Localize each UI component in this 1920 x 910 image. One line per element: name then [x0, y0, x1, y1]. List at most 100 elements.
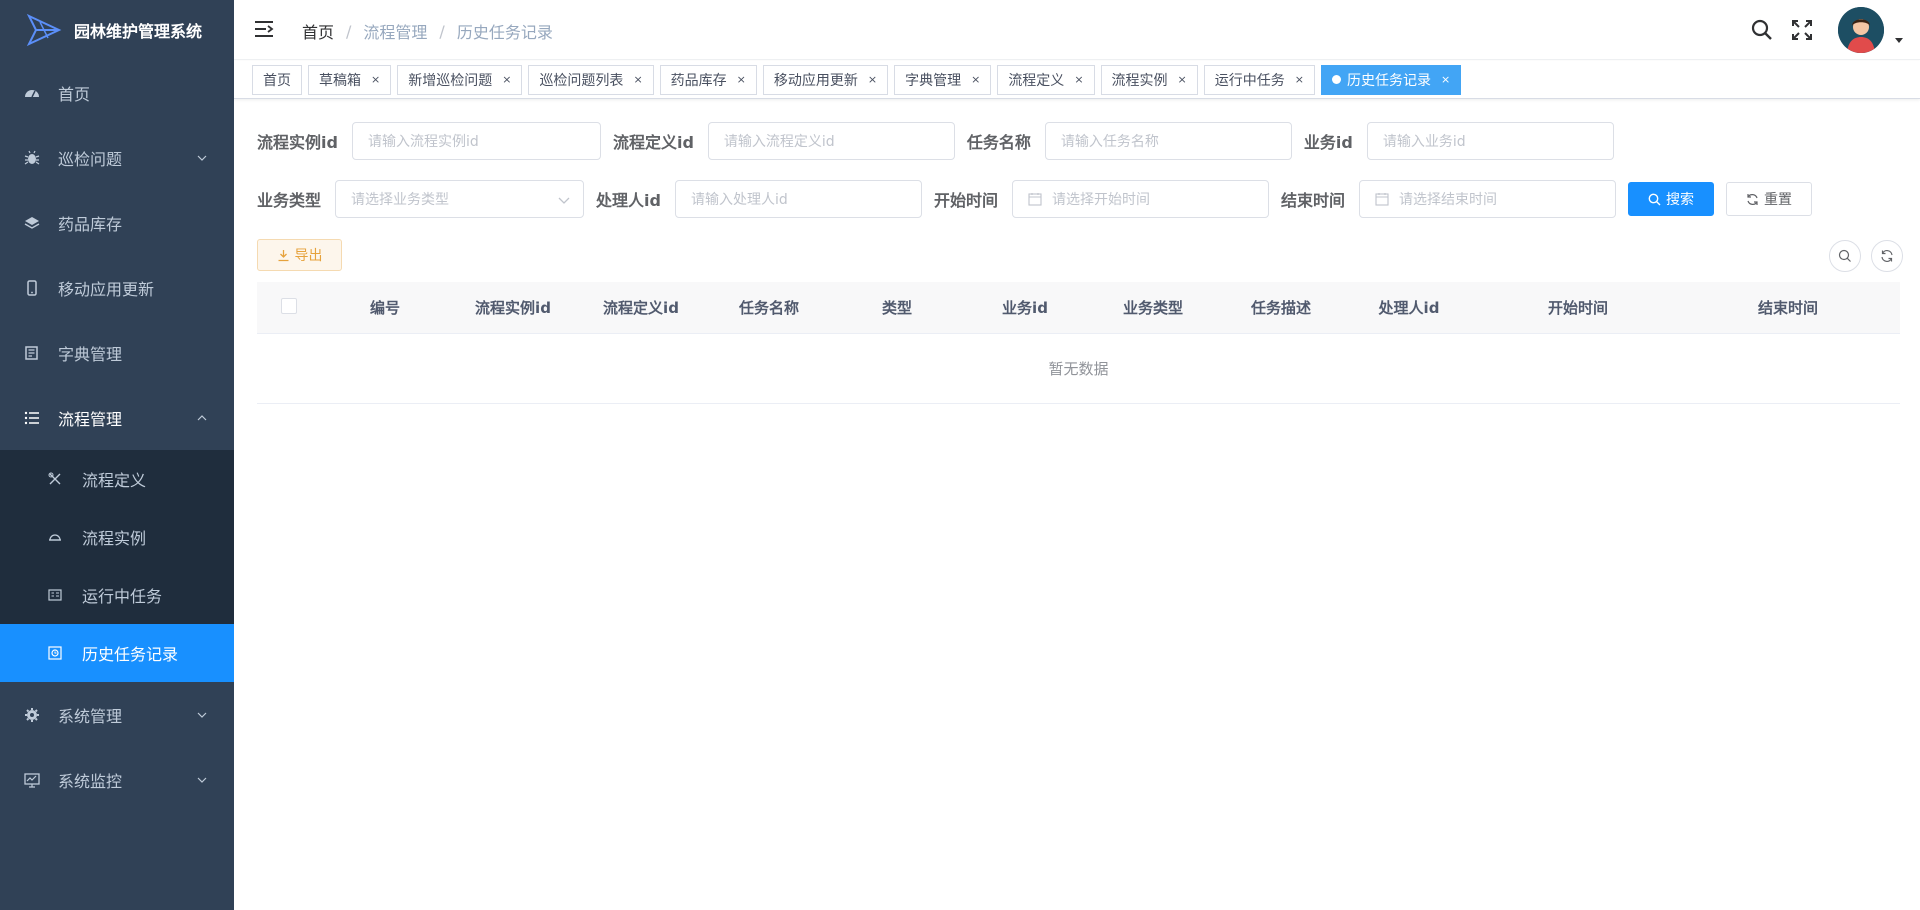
close-icon[interactable]: × [737, 73, 746, 86]
placeholder: 请选择结束时间 [1399, 192, 1497, 208]
sidebar-item-label: 运行中任务 [82, 587, 163, 606]
biz-type-label: 业务类型 [257, 191, 322, 210]
col-type[interactable]: 类型 [833, 297, 961, 318]
sidebar-item-mobile-update[interactable]: 移动应用更新 [0, 255, 234, 320]
fullscreen-icon[interactable] [1790, 18, 1814, 42]
sidebar-item-home[interactable]: 首页 [0, 60, 234, 125]
close-icon[interactable]: × [1295, 73, 1304, 86]
close-icon[interactable]: × [1074, 73, 1083, 86]
col-proc-def-id[interactable]: 流程定义id [577, 297, 705, 318]
refresh-table-button[interactable] [1871, 240, 1903, 272]
tag-process-definition[interactable]: 流程定义 × [997, 64, 1095, 95]
placeholder: 请选择业务类型 [351, 192, 450, 208]
tag-label: 字典管理 [905, 72, 962, 89]
sidebar-item-label: 系统管理 [58, 706, 123, 726]
placeholder: 请输入业务id [1382, 134, 1466, 150]
col-start-time[interactable]: 开始时间 [1473, 297, 1683, 318]
caret-down-icon[interactable] [1894, 35, 1904, 45]
tag-dictionary[interactable]: 字典管理 × [894, 64, 992, 95]
close-icon[interactable]: × [868, 73, 877, 86]
app-title: 园林维护管理系统 [74, 22, 203, 41]
tag-label: 移动应用更新 [773, 72, 858, 89]
sidebar-item-medicine[interactable]: 药品库存 [0, 190, 234, 255]
end-time-picker[interactable]: 请选择结束时间 [1359, 180, 1616, 218]
sidebar-item-system[interactable]: 系统管理 [0, 682, 234, 747]
tag-history-tasks[interactable]: 历史任务记录 × [1320, 64, 1462, 95]
layers-icon [24, 215, 40, 231]
biz-type-select[interactable]: 请选择业务类型 [335, 180, 585, 218]
task-name-input[interactable]: 请输入任务名称 [1044, 122, 1292, 160]
col-end-time[interactable]: 结束时间 [1683, 297, 1893, 318]
select-all-checkbox[interactable] [281, 297, 297, 314]
tag-label: 药品库存 [670, 72, 727, 89]
col-task-name[interactable]: 任务名称 [705, 297, 833, 318]
sidebar-item-running-tasks[interactable]: 运行中任务 [0, 566, 234, 624]
breadcrumb-separator: / [439, 21, 445, 41]
sidebar-item-process-definition[interactable]: 流程定义 [0, 450, 234, 508]
proc-inst-label: 流程实例id [257, 133, 338, 152]
sidebar-item-process[interactable]: 流程管理 [0, 385, 234, 450]
end-time-label: 结束时间 [1280, 191, 1345, 210]
app-logo[interactable]: 园林维护管理系统 [0, 0, 234, 60]
close-icon[interactable]: × [633, 73, 642, 86]
sidebar-item-label: 流程管理 [58, 409, 123, 429]
tag-label: 运行中任务 [1214, 72, 1285, 89]
sidebar-item-process-instance[interactable]: 流程实例 [0, 508, 234, 566]
start-time-picker[interactable]: 请选择开始时间 [1011, 180, 1269, 218]
search-button[interactable]: 搜索 [1628, 182, 1714, 216]
process-submenu: 流程定义 流程实例 运行中任务 历史任务记录 [0, 450, 234, 682]
close-icon[interactable]: × [971, 73, 980, 86]
close-icon[interactable]: × [1441, 73, 1450, 86]
sidebar-item-label: 系统监控 [58, 771, 123, 791]
col-proc-inst-id[interactable]: 流程实例id [449, 297, 577, 318]
refresh-icon [1747, 193, 1758, 205]
col-biz-type[interactable]: 业务类型 [1089, 297, 1217, 318]
close-icon[interactable]: × [502, 73, 511, 86]
col-task-desc[interactable]: 任务描述 [1217, 297, 1345, 318]
proc-def-input[interactable]: 请输入流程定义id [707, 122, 955, 160]
tags-view: 首页 草稿箱 × 新增巡检问题 × 巡检问题列表 × 药品库存 × 移动应用更新 × 字典… [234, 61, 1920, 99]
sidebar-item-label: 流程实例 [82, 529, 147, 548]
tag-mobile-update[interactable]: 移动应用更新 × [762, 64, 889, 95]
tag-process-instance[interactable]: 流程实例 × [1100, 64, 1198, 95]
search-icon[interactable] [1750, 18, 1774, 42]
sidebar-item-inspection[interactable]: 巡检问题 [0, 125, 234, 190]
instance-icon [48, 530, 62, 544]
export-button[interactable]: 导出 [257, 239, 342, 271]
col-biz-id[interactable]: 业务id [961, 297, 1089, 318]
tag-medicine[interactable]: 药品库存 × [659, 64, 757, 95]
hamburger-icon[interactable] [254, 20, 274, 38]
close-icon[interactable]: × [371, 73, 380, 86]
calendar-icon [1375, 193, 1389, 206]
sidebar-item-label: 移动应用更新 [58, 279, 155, 299]
tag-running-tasks[interactable]: 运行中任务 × [1203, 64, 1315, 95]
chevron-down-icon [197, 777, 207, 783]
tag-drafts[interactable]: 草稿箱 × [308, 64, 392, 95]
sidebar-item-dictionary[interactable]: 字典管理 [0, 320, 234, 385]
close-icon[interactable]: × [1178, 73, 1187, 86]
biz-id-input[interactable]: 请输入业务id [1366, 122, 1614, 160]
tag-label: 新增巡检问题 [408, 72, 493, 89]
handler-input[interactable]: 请输入处理人id [674, 180, 922, 218]
reset-button-label: 重置 [1764, 192, 1792, 208]
tag-label: 首页 [263, 72, 291, 89]
tag-home[interactable]: 首页 [252, 64, 302, 95]
sidebar-item-label: 首页 [58, 84, 91, 104]
proc-inst-input[interactable]: 请输入流程实例id [351, 122, 601, 160]
dashboard-icon [24, 85, 40, 101]
breadcrumb-home[interactable]: 首页 [302, 19, 334, 43]
avatar[interactable] [1838, 7, 1884, 53]
task-icon [48, 588, 62, 602]
tag-add-inspection[interactable]: 新增巡检问题 × [397, 64, 523, 95]
tag-inspection-list[interactable]: 巡检问题列表 × [528, 64, 654, 95]
col-handler-id[interactable]: 处理人id [1345, 297, 1473, 318]
breadcrumb-process: 流程管理 [363, 23, 428, 42]
toggle-search-button[interactable] [1829, 240, 1861, 272]
reset-button[interactable]: 重置 [1726, 182, 1812, 216]
breadcrumb: 首页 / 流程管理 / 历史任务记录 [302, 19, 553, 43]
sidebar-item-monitor[interactable]: 系统监控 [0, 747, 234, 812]
list-icon [24, 410, 40, 426]
sidebar-item-history-tasks[interactable]: 历史任务记录 [0, 624, 234, 682]
task-name-label: 任务名称 [966, 133, 1031, 152]
col-id[interactable]: 编号 [321, 297, 449, 318]
